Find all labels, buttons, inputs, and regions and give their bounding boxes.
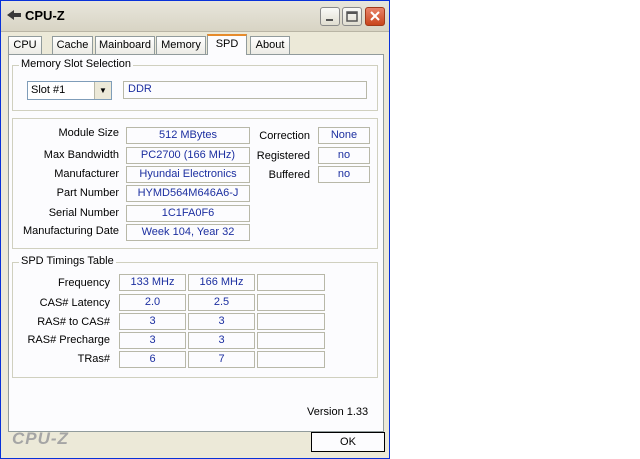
manufacturer-field: Hyundai Electronics [126,166,250,183]
slot-select[interactable]: Slot #1 ▼ [27,81,112,100]
max-bandwidth-field: PC2700 (166 MHz) [126,147,250,164]
window-title: CPU-Z [25,8,65,23]
timing-cell [257,274,325,291]
ok-button[interactable]: OK [311,432,385,452]
timing-cell: 2.5 [188,294,255,311]
max-bandwidth-label: Max Bandwidth [43,149,119,161]
serial-number-label: Serial Number [48,207,119,219]
registered-field: no [318,147,370,164]
part-number-field: HYMD564M646A6-J [126,185,250,202]
timing-cell: 3 [119,313,186,330]
part-number-label: Part Number [56,187,119,199]
correction-field: None [318,127,370,144]
timing-cell: 6 [119,351,186,368]
cpu-z-window: CPU-Z CPU Cache Mainboard Memory SPD Abo… [0,0,390,459]
buffered-field: no [318,166,370,183]
timing-row-label: Frequency [58,277,110,289]
timing-cell [257,351,325,368]
correction-label: Correction [259,130,310,142]
tab-about[interactable]: About [250,36,290,54]
title-bar[interactable]: CPU-Z [1,1,389,32]
timing-cell [257,313,325,330]
maximize-button[interactable] [342,7,362,26]
manufacturer-label: Manufacturer [54,168,119,180]
timing-cell: 2.0 [119,294,186,311]
close-icon [370,11,380,21]
module-size-label: Module Size [58,127,119,139]
tab-mainboard[interactable]: Mainboard [95,36,155,54]
tab-cpu[interactable]: CPU [8,36,42,54]
manufacturing-date-field: Week 104, Year 32 [126,224,250,241]
serial-number-field: 1C1FA0F6 [126,205,250,222]
timing-cell [257,332,325,349]
close-button[interactable] [365,7,385,26]
timing-row-label: RAS# Precharge [27,334,110,346]
maximize-icon [346,11,358,22]
module-size-field: 512 MBytes [126,127,250,144]
minimize-button[interactable] [320,7,340,26]
timing-row-label: TRas# [77,353,110,365]
registered-label: Registered [256,150,310,162]
timing-cell [257,294,325,311]
timing-cell: 133 MHz [119,274,186,291]
timing-cell: 3 [188,313,255,330]
timing-row-label: RAS# to CAS# [37,316,110,328]
slot-select-value: Slot #1 [31,84,66,96]
version-text: Version 1.33 [307,406,369,418]
tab-memory[interactable]: Memory [156,36,206,54]
spd-timings-group-label: SPD Timings Table [19,255,116,267]
manufacturing-date-label: Manufacturing Date [23,225,119,237]
memory-slot-group-label: Memory Slot Selection [19,58,134,70]
cpu-z-app-icon [7,10,21,20]
tab-cache[interactable]: Cache [52,36,93,54]
timing-cell: 166 MHz [188,274,255,291]
timing-cell: 3 [119,332,186,349]
chevron-down-icon[interactable]: ▼ [94,82,111,99]
minimize-icon [326,19,333,21]
memory-type-field: DDR [123,81,367,99]
timing-cell: 7 [188,351,255,368]
timing-row-label: CAS# Latency [39,297,110,309]
tab-spd[interactable]: SPD [207,34,247,55]
cpu-z-brand-logo: CPU-Z [12,429,69,448]
buffered-label: Buffered [268,169,310,181]
timing-cell: 3 [188,332,255,349]
